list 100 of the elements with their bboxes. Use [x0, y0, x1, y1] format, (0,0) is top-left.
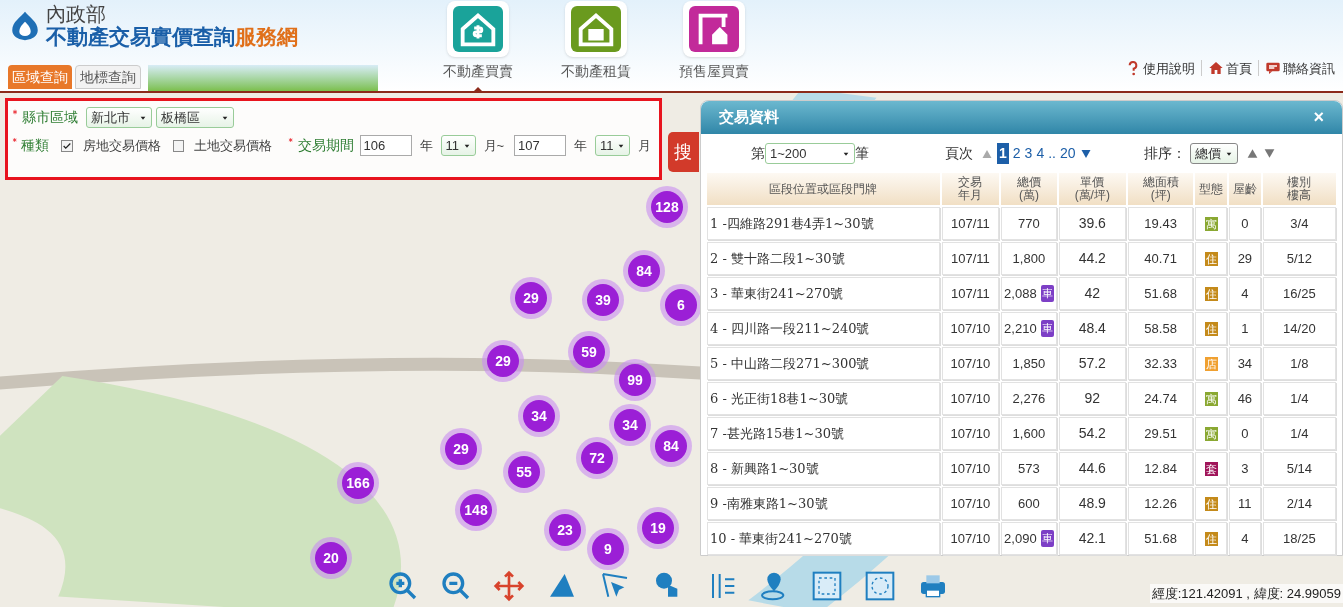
table-cell: 51.68: [1127, 522, 1194, 555]
cluster-marker[interactable]: 23: [549, 514, 581, 546]
table-cell: 44.6: [1058, 452, 1126, 485]
table-cell: 1/4: [1262, 417, 1336, 450]
zoom-out-icon: [440, 569, 472, 602]
checkbox[interactable]: [61, 139, 74, 152]
field-label: 種類: [21, 136, 50, 155]
contact-icon: [1265, 60, 1281, 77]
table-cell: 107/10: [941, 452, 1000, 485]
table-cell: 7 -甚光路15巷1~30號: [707, 417, 940, 450]
table-cell: 92: [1058, 382, 1126, 415]
table-cell: 107/10: [941, 382, 1000, 415]
cluster-marker[interactable]: 9: [592, 533, 624, 565]
year-input[interactable]: 106: [359, 135, 412, 156]
site-title-suffix: 服務網: [235, 26, 298, 47]
table-cell: 4: [1229, 277, 1261, 310]
search-tab[interactable]: 地標查詢: [75, 65, 141, 89]
cluster-marker[interactable]: 59: [573, 336, 605, 368]
column-header: 總面積 (坪): [1127, 173, 1194, 205]
search-button[interactable]: 搜: [668, 132, 699, 172]
cluster-marker[interactable]: 148: [460, 494, 492, 526]
table-cell: 48.9: [1058, 487, 1126, 520]
header-link[interactable]: 首頁: [1208, 58, 1252, 78]
year-input[interactable]: 107: [514, 135, 567, 156]
unit-label: 月~: [483, 136, 505, 155]
table-cell: 24.74: [1127, 382, 1194, 415]
table-cell: 29.51: [1127, 417, 1194, 450]
page-link[interactable]: 20: [1059, 143, 1076, 165]
page-link[interactable]: 4: [1036, 143, 1045, 165]
cluster-marker[interactable]: 128: [651, 191, 683, 223]
table-cell-text: 2,276: [1012, 389, 1046, 408]
sort-label: 排序：: [1144, 144, 1186, 164]
page-link[interactable]: 1: [997, 143, 1009, 165]
sort-descending-icon[interactable]: [1263, 147, 1276, 161]
table-cell: 8 - 新興路1~30號: [707, 452, 940, 485]
table-cell: 107/10: [941, 487, 1000, 520]
cluster-marker[interactable]: 166: [342, 467, 374, 499]
district-dropdown[interactable]: 板橋區: [156, 107, 234, 128]
cluster-marker[interactable]: 6: [665, 289, 697, 321]
cluster-marker[interactable]: 84: [655, 430, 687, 462]
table-cell: 46: [1229, 382, 1261, 415]
cluster-marker[interactable]: 34: [614, 409, 646, 441]
table-cell: 16/25: [1262, 277, 1336, 310]
square-frame-icon: [811, 569, 843, 602]
unit-label: 年: [419, 136, 433, 155]
table-cell: 0: [1229, 417, 1261, 450]
presale-house-icon: [689, 6, 739, 52]
table-cell: 42.1: [1058, 522, 1126, 555]
table-cell: 5 - 中山路二段271~300號: [707, 347, 940, 380]
cluster-marker[interactable]: 55: [508, 456, 540, 488]
cluster-marker[interactable]: 29: [445, 433, 477, 465]
table-cell: 2/14: [1262, 487, 1336, 520]
city-dropdown[interactable]: 新北市: [86, 107, 152, 128]
month-dropdown[interactable]: 11: [440, 135, 476, 156]
cluster-marker[interactable]: 99: [619, 364, 651, 396]
table-cell: 1/8: [1262, 347, 1336, 380]
required-mark-icon: [12, 109, 18, 115]
map-tool-button[interactable]: [492, 568, 526, 603]
table-cell: 34: [1229, 347, 1261, 380]
cluster-marker[interactable]: 39: [587, 284, 619, 316]
type-badge: 寓: [1204, 216, 1218, 231]
page-link[interactable]: 3: [1024, 143, 1033, 165]
table-cell-text: 1,600: [1012, 424, 1046, 443]
cluster-marker[interactable]: 84: [628, 255, 660, 287]
checkbox[interactable]: [173, 139, 185, 152]
cluster-marker[interactable]: 29: [487, 345, 519, 377]
cluster-marker[interactable]: 34: [523, 400, 555, 432]
cluster-marker[interactable]: 19: [642, 512, 674, 544]
column-header: 區段位置或區段門牌: [707, 173, 940, 205]
sort-dropdown[interactable]: 總價: [1190, 143, 1238, 165]
sort-ascending-icon[interactable]: [1246, 147, 1259, 161]
table-cell: 107/11: [941, 277, 1000, 310]
table-cell: 14/20: [1262, 312, 1336, 345]
page-link[interactable]: 2: [1012, 143, 1021, 165]
move-arrows-icon: [493, 569, 525, 602]
field-label: 縣市區域: [22, 108, 78, 127]
panel-title: 交易資料: [719, 107, 779, 128]
type-badge: 店: [1204, 356, 1218, 371]
table-cell: 12.84: [1127, 452, 1194, 485]
column-header: 單價 (萬/坪): [1058, 173, 1126, 205]
page-link[interactable]: ..: [1048, 143, 1056, 165]
table-cell: 2 - 雙十路二段1~30號: [707, 242, 940, 275]
cluster-marker[interactable]: 29: [515, 282, 547, 314]
field-label: 交易期間: [297, 136, 354, 155]
month-dropdown[interactable]: 11: [595, 135, 630, 156]
cluster-marker[interactable]: 72: [581, 442, 613, 474]
table-cell: 5/14: [1262, 452, 1336, 485]
range-dropdown[interactable]: 1~200: [765, 143, 855, 165]
header-link[interactable]: 使用說明: [1125, 58, 1195, 78]
nav-tab[interactable]: 不動產租賃: [550, 0, 642, 91]
table-cell-text: 770: [1018, 214, 1040, 233]
home-icon: [1208, 60, 1224, 77]
next-page-icon[interactable]: [1079, 147, 1092, 160]
table-cell: 3: [1229, 452, 1261, 485]
table-cell: 9 -南雅東路1~30號: [707, 487, 940, 520]
header-link[interactable]: 聯絡資訊: [1265, 58, 1335, 78]
nav-tab[interactable]: 預售屋買賣: [668, 0, 760, 91]
table-cell: 29: [1229, 242, 1261, 275]
table-cell: 19.43: [1127, 207, 1194, 240]
zoom-in-icon: [387, 569, 419, 602]
